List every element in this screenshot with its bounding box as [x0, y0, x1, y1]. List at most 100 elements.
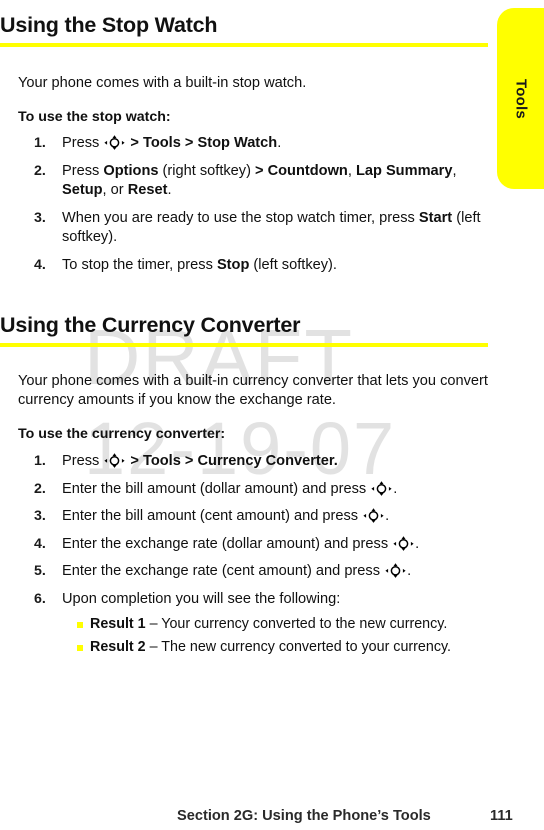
- emphasis-text: Result 1: [90, 616, 146, 632]
- emphasis-text: Setup: [62, 182, 103, 198]
- step-text: ,: [452, 162, 457, 179]
- navigation-key-icon: [104, 453, 125, 468]
- section-1-step-list: 1. Press > Tools > Stop Watch. 2. Press Opt…: [0, 134, 500, 283]
- step-body: Enter the exchange rate (dollar amount) …: [62, 536, 419, 552]
- emphasis-text: >: [126, 453, 143, 469]
- step-number: 3.: [34, 209, 46, 226]
- section-tab-label: Tools: [512, 78, 529, 119]
- step-number: 4.: [34, 256, 46, 273]
- emphasis-text: >: [250, 162, 268, 179]
- section-1-intro: Your phone comes with a built-in stop wa…: [18, 75, 307, 91]
- step-text: Enter the bill amount (dollar amount) an…: [62, 480, 371, 497]
- list-item: 4. To stop the timer, press Stop (left so…: [0, 256, 500, 276]
- footer-section-title: Section 2G: Using the Phone’s Tools: [177, 808, 431, 824]
- emphasis-text: Result 2: [90, 639, 146, 655]
- step-text: Press: [62, 135, 104, 151]
- step-number: 4.: [34, 535, 46, 552]
- emphasis-text: Tools: [143, 453, 181, 469]
- step-text: When you are ready to use the stop watch…: [62, 209, 419, 226]
- square-bullet-icon: [77, 622, 83, 628]
- step-body: Enter the bill amount (cent amount) and …: [62, 508, 389, 524]
- step-number: 2.: [34, 480, 46, 497]
- step-body: Press > Tools > Stop Watch.: [62, 135, 281, 151]
- section-2-heading-block: Using the Currency Converter: [0, 312, 500, 347]
- emphasis-text: Lap Summary: [355, 162, 453, 179]
- footer-page-number: 111: [490, 808, 513, 824]
- step-text: , or: [102, 182, 128, 198]
- sub-list-item: Result 1 – Your currency converted to th…: [62, 615, 500, 634]
- page-footer: Section 2G: Using the Phone’s Tools 111: [0, 808, 544, 830]
- step-number: 6.: [34, 590, 46, 607]
- manual-page: Tools Using the Stop Watch Your phone co…: [0, 0, 544, 829]
- step-text: (left softkey).: [249, 256, 337, 273]
- step-text: .: [415, 535, 420, 552]
- step-text: Press: [62, 453, 104, 469]
- step-text: .: [393, 480, 398, 497]
- sub-bullet-list: Result 1 – Your currency converted to th…: [62, 615, 500, 657]
- emphasis-text: Stop Watch: [197, 135, 278, 151]
- page-title: Using the Stop Watch: [0, 13, 218, 37]
- step-text: (right softkey): [158, 162, 251, 179]
- step-body: To stop the timer, press Stop (left soft…: [62, 257, 337, 273]
- sub-list-item: Result 2 – The new currency converted to…: [62, 638, 500, 657]
- step-text: – The new currency converted to your cur…: [145, 639, 452, 655]
- emphasis-text: Options: [103, 162, 159, 179]
- step-body: Enter the bill amount (dollar amount) an…: [62, 481, 397, 497]
- list-item: 5. Enter the exchange rate (cent amount) …: [0, 562, 500, 582]
- step-text: Enter the bill amount (cent amount) and …: [62, 508, 363, 524]
- heading-rule: [0, 343, 488, 347]
- step-text: Press: [62, 162, 104, 179]
- emphasis-text: Reset: [127, 182, 168, 198]
- step-body: When you are ready to use the stop watch…: [62, 210, 481, 246]
- emphasis-text: >: [180, 453, 198, 469]
- emphasis-text: Start: [418, 209, 453, 226]
- emphasis-text: Countdown: [267, 162, 348, 179]
- section-1-lead-in: To use the stop watch:: [18, 109, 171, 125]
- list-item: 1. Press > Tools > Currency Converter.: [0, 452, 500, 472]
- list-item: 1. Press > Tools > Stop Watch.: [0, 134, 500, 154]
- step-text: Upon completion you will see the followi…: [62, 590, 341, 607]
- list-item: 3. When you are ready to use the stop wat…: [0, 209, 500, 248]
- emphasis-text: >: [180, 135, 198, 151]
- step-text: .: [167, 182, 172, 198]
- list-item: 3. Enter the bill amount (cent amount) an…: [0, 507, 500, 527]
- step-body: Upon completion you will see the followi…: [62, 591, 340, 607]
- step-text: To stop the timer, press: [62, 256, 217, 273]
- emphasis-text: Tools: [143, 135, 181, 151]
- section-2-lead-in: To use the currency converter:: [18, 426, 226, 442]
- step-number: 5.: [34, 563, 46, 579]
- step-text: Enter the exchange rate (cent amount) an…: [62, 563, 385, 579]
- step-text: – Your currency converted to the new cur…: [145, 616, 448, 632]
- section-2-intro: Your phone comes with a built-in currenc…: [18, 373, 488, 408]
- section-2-step-list: 1. Press > Tools > Currency Converter. 2. E…: [0, 452, 500, 665]
- emphasis-text: Currency Converter.: [197, 453, 338, 469]
- step-body: Enter the exchange rate (cent amount) an…: [62, 563, 411, 579]
- sub-item-text: Result 1 – Your currency converted to th…: [90, 616, 447, 632]
- list-item: 6. Upon completion you will see the follo…: [0, 590, 500, 658]
- step-text: .: [407, 563, 412, 579]
- heading-rule: [0, 43, 488, 47]
- navigation-key-icon: [385, 563, 406, 578]
- step-text: Enter the exchange rate (dollar amount) …: [62, 535, 393, 552]
- section-1-heading-block: Using the Stop Watch: [0, 12, 500, 47]
- list-item: 4. Enter the exchange rate (dollar amount…: [0, 535, 500, 555]
- list-item: 2. Enter the bill amount (dollar amount) …: [0, 480, 500, 500]
- navigation-key-icon: [371, 480, 392, 496]
- step-body: Press Options (right softkey) > Countdow…: [62, 163, 457, 199]
- navigation-key-icon: [363, 508, 384, 523]
- emphasis-text: Stop: [216, 256, 250, 273]
- emphasis-text: >: [126, 135, 143, 151]
- step-text: .: [385, 508, 390, 524]
- navigation-key-icon: [393, 535, 414, 551]
- navigation-key-icon: [104, 135, 125, 150]
- sub-item-text: Result 2 – The new currency converted to…: [90, 639, 451, 655]
- section-tab-tools: Tools: [497, 8, 544, 189]
- step-number: 1.: [34, 453, 46, 469]
- step-text: ,: [347, 162, 356, 179]
- step-number: 2.: [34, 162, 46, 179]
- list-item: 2. Press Options (right softkey) > Countd…: [0, 162, 500, 201]
- section-2-title: Using the Currency Converter: [0, 313, 301, 337]
- step-text: .: [277, 135, 282, 151]
- step-body: Press > Tools > Currency Converter.: [62, 453, 338, 469]
- step-number: 1.: [34, 135, 46, 151]
